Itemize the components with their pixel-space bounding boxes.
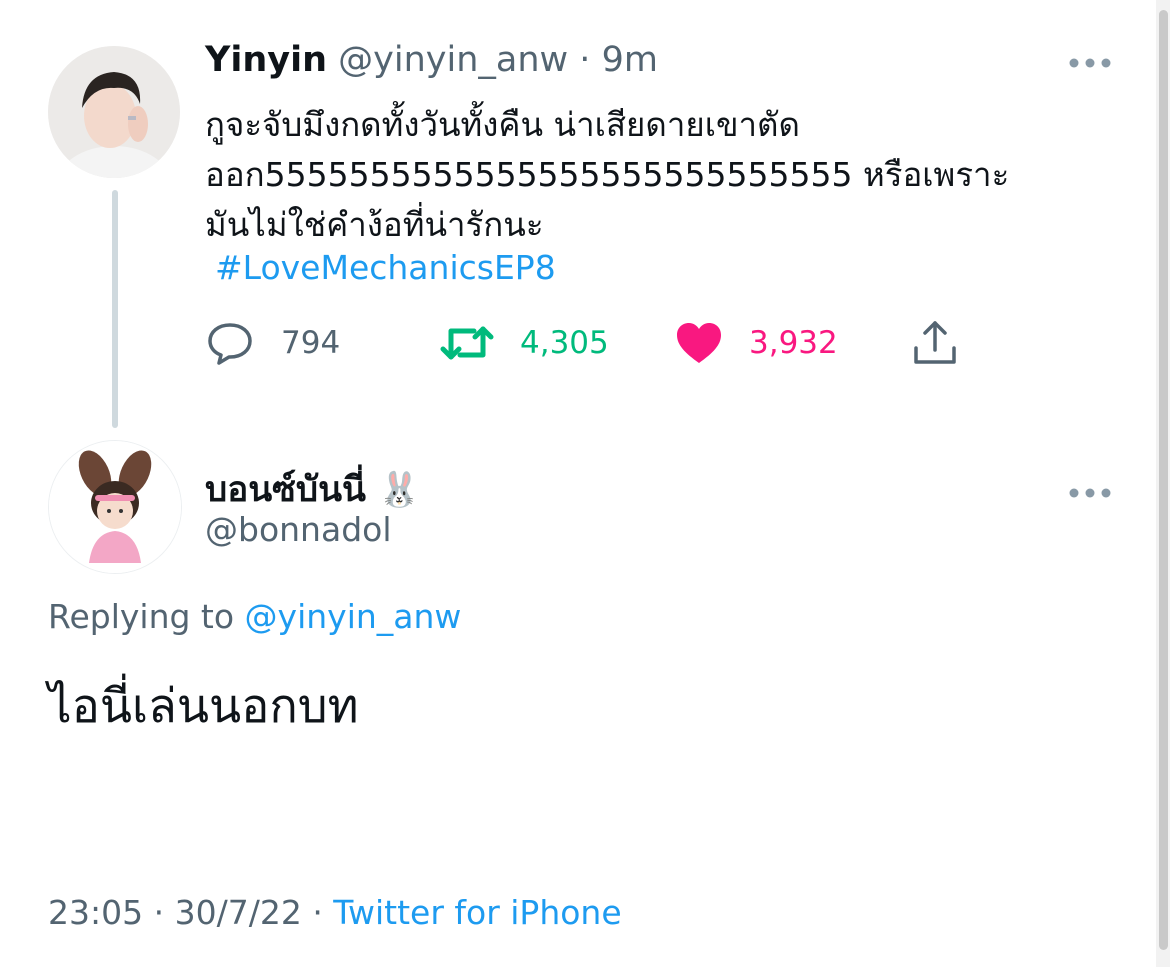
replying-to-handle[interactable]: @yinyin_anw <box>245 597 462 636</box>
more-horizontal-icon <box>1069 488 1111 498</box>
share-icon <box>914 321 956 364</box>
replying-prefix: Replying to <box>48 597 235 636</box>
scrollbar-thumb[interactable] <box>1159 10 1168 950</box>
author-handle[interactable]: @yinyin_anw <box>338 40 568 80</box>
retweet-icon <box>440 326 494 360</box>
tweet-source[interactable]: Twitter for iPhone <box>333 893 621 932</box>
retweet-count: 4,305 <box>520 325 609 361</box>
tweet-actions: 794 4,305 3,932 <box>205 313 985 373</box>
more-icon[interactable] <box>1068 44 1112 79</box>
reply-author-row: บอนซ์บันนี่ 🐰 <box>205 462 420 517</box>
reply-count: 794 <box>281 325 341 361</box>
like-button[interactable]: 3,932 <box>675 313 838 373</box>
avatar-yinyin-image <box>48 46 180 178</box>
replying-to: Replying to @yinyin_anw <box>48 597 461 636</box>
like-count: 3,932 <box>749 325 838 361</box>
tweet-date[interactable]: 30/7/22 <box>175 893 302 932</box>
reply-author-name[interactable]: บอนซ์บันนี่ <box>205 462 366 517</box>
reply-author-handle[interactable]: @bonnadol <box>205 510 392 549</box>
tweet-text: กูจะจับมึงกดทั้งวันทั้งคืน น่าเสียดายเขา… <box>205 105 1010 244</box>
retweet-button[interactable]: 4,305 <box>440 313 609 373</box>
avatar-yinyin[interactable] <box>48 46 180 178</box>
heart-icon <box>677 323 721 363</box>
scrollbar-track[interactable] <box>1156 0 1170 967</box>
share-button[interactable] <box>910 313 960 373</box>
tweet-time-stamp[interactable]: 23:05 <box>48 893 143 932</box>
avatar-bonnadol-image <box>49 441 181 573</box>
thread-connector-line <box>112 190 118 428</box>
reply-more-icon[interactable] <box>1068 474 1112 509</box>
tweet-meta: 23:05 · 30/7/22 · Twitter for iPhone <box>48 893 622 932</box>
reply-button[interactable]: 794 <box>205 313 340 373</box>
reply-icon <box>208 323 252 365</box>
tweet-header: Yinyin @yinyin_anw · 9m <box>205 40 658 80</box>
avatar-bonnadol[interactable] <box>48 440 182 574</box>
more-horizontal-icon <box>1069 58 1111 68</box>
author-name[interactable]: Yinyin <box>205 40 327 80</box>
reply-text: ไอนี่เล่นนอกบท <box>48 679 359 734</box>
header-separator: · <box>579 40 591 80</box>
rabbit-emoji: 🐰 <box>378 469 421 510</box>
hashtag-link[interactable]: #LoveMechanicsEP8 <box>215 248 556 287</box>
tweet-time[interactable]: 9m <box>602 40 658 80</box>
tweet-thread-view: Yinyin @yinyin_anw · 9m กูจะจับมึงกดทั้ง… <box>0 0 1170 967</box>
